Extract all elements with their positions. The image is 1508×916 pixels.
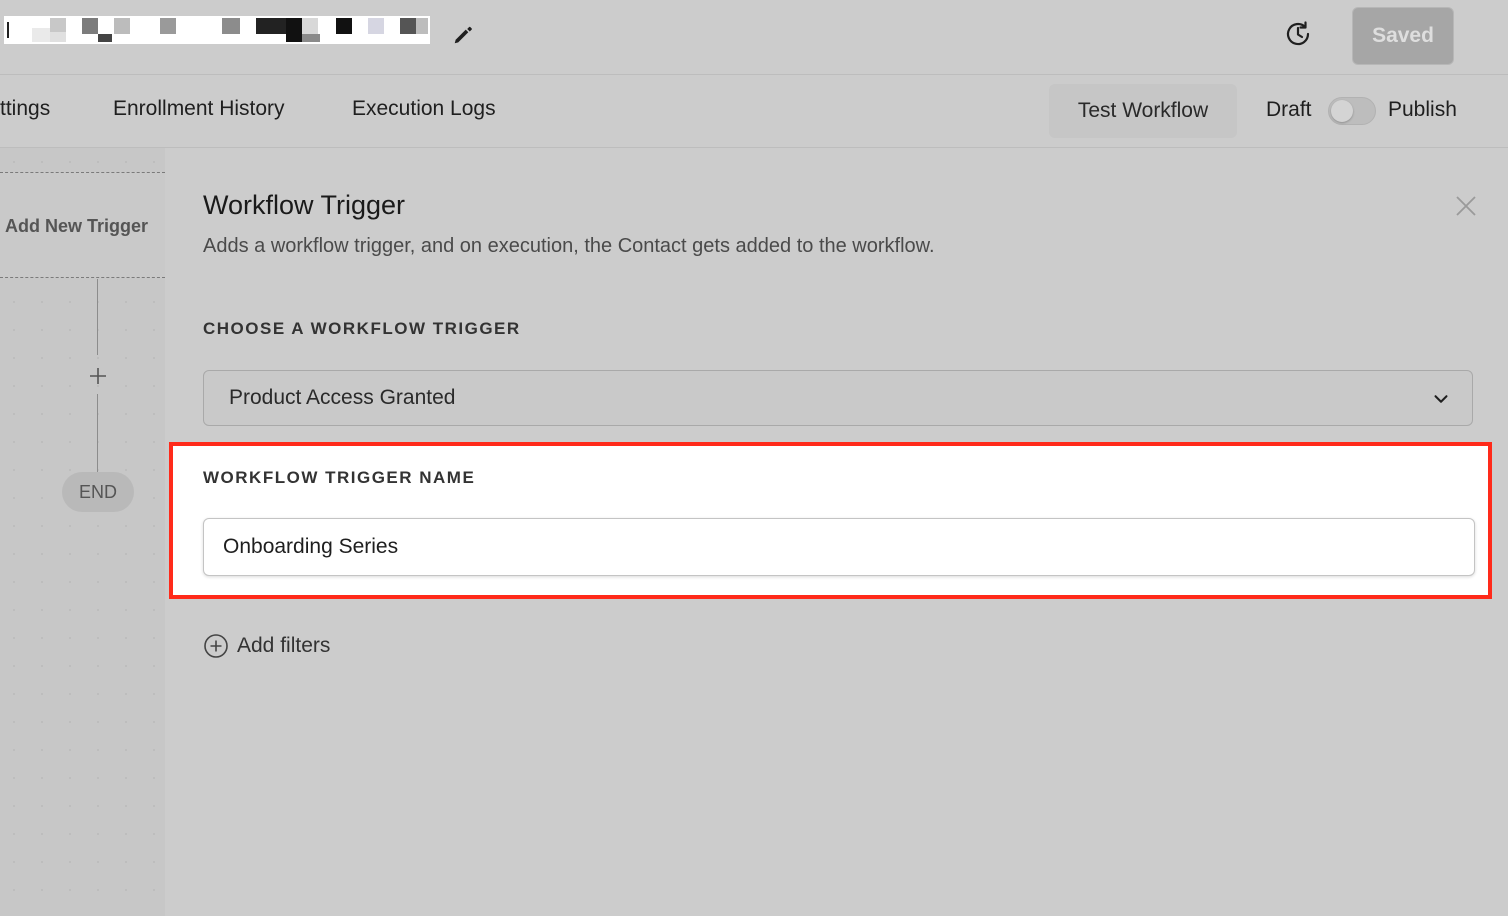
workflow-name-redacted[interactable] bbox=[4, 16, 430, 44]
tab-settings[interactable]: ttings bbox=[0, 97, 50, 121]
history-clock-icon[interactable] bbox=[1282, 18, 1314, 50]
test-workflow-button[interactable]: Test Workflow bbox=[1049, 84, 1237, 138]
add-filters-label: Add filters bbox=[237, 634, 331, 657]
tab-enrollment-history[interactable]: Enrollment History bbox=[113, 97, 285, 121]
trigger-select[interactable]: Product Access Granted bbox=[203, 370, 1473, 426]
publish-label: Publish bbox=[1388, 98, 1457, 121]
panel-description: Adds a workflow trigger, and on executio… bbox=[203, 235, 935, 257]
saved-button[interactable]: Saved bbox=[1352, 7, 1454, 65]
toggle-knob bbox=[1331, 100, 1353, 122]
tab-execution-logs[interactable]: Execution Logs bbox=[352, 97, 496, 121]
edit-pencil-icon[interactable] bbox=[452, 24, 474, 46]
connector-line bbox=[97, 279, 98, 355]
publish-toggle[interactable] bbox=[1328, 97, 1376, 125]
workflow-trigger-panel: Workflow Trigger Adds a workflow trigger… bbox=[166, 148, 1508, 916]
add-new-trigger-node[interactable]: Add New Trigger bbox=[0, 172, 165, 278]
panel-title: Workflow Trigger bbox=[203, 190, 406, 220]
close-icon[interactable] bbox=[1454, 194, 1478, 218]
trigger-select-value: Product Access Granted bbox=[229, 386, 456, 409]
end-node: END bbox=[62, 472, 134, 512]
trigger-name-section-highlight: WORKFLOW TRIGGER NAME bbox=[169, 442, 1492, 599]
top-bar: Saved bbox=[0, 0, 1508, 75]
add-circle-icon bbox=[204, 634, 228, 658]
add-step-plus-icon[interactable] bbox=[86, 364, 110, 388]
draft-label: Draft bbox=[1266, 98, 1312, 121]
connector-line bbox=[97, 394, 98, 472]
choose-trigger-label: CHOOSE A WORKFLOW TRIGGER bbox=[203, 319, 521, 338]
trigger-name-label: WORKFLOW TRIGGER NAME bbox=[203, 468, 476, 487]
tab-bar: ttings Enrollment History Execution Logs… bbox=[0, 75, 1508, 148]
trigger-name-input[interactable] bbox=[203, 518, 1475, 576]
add-filters-button[interactable]: Add filters bbox=[203, 632, 330, 660]
add-new-trigger-label: Add New Trigger bbox=[5, 216, 149, 236]
chevron-down-icon bbox=[1434, 395, 1448, 403]
text-cursor bbox=[7, 22, 9, 38]
workflow-canvas[interactable]: Add New Trigger END bbox=[0, 148, 165, 916]
